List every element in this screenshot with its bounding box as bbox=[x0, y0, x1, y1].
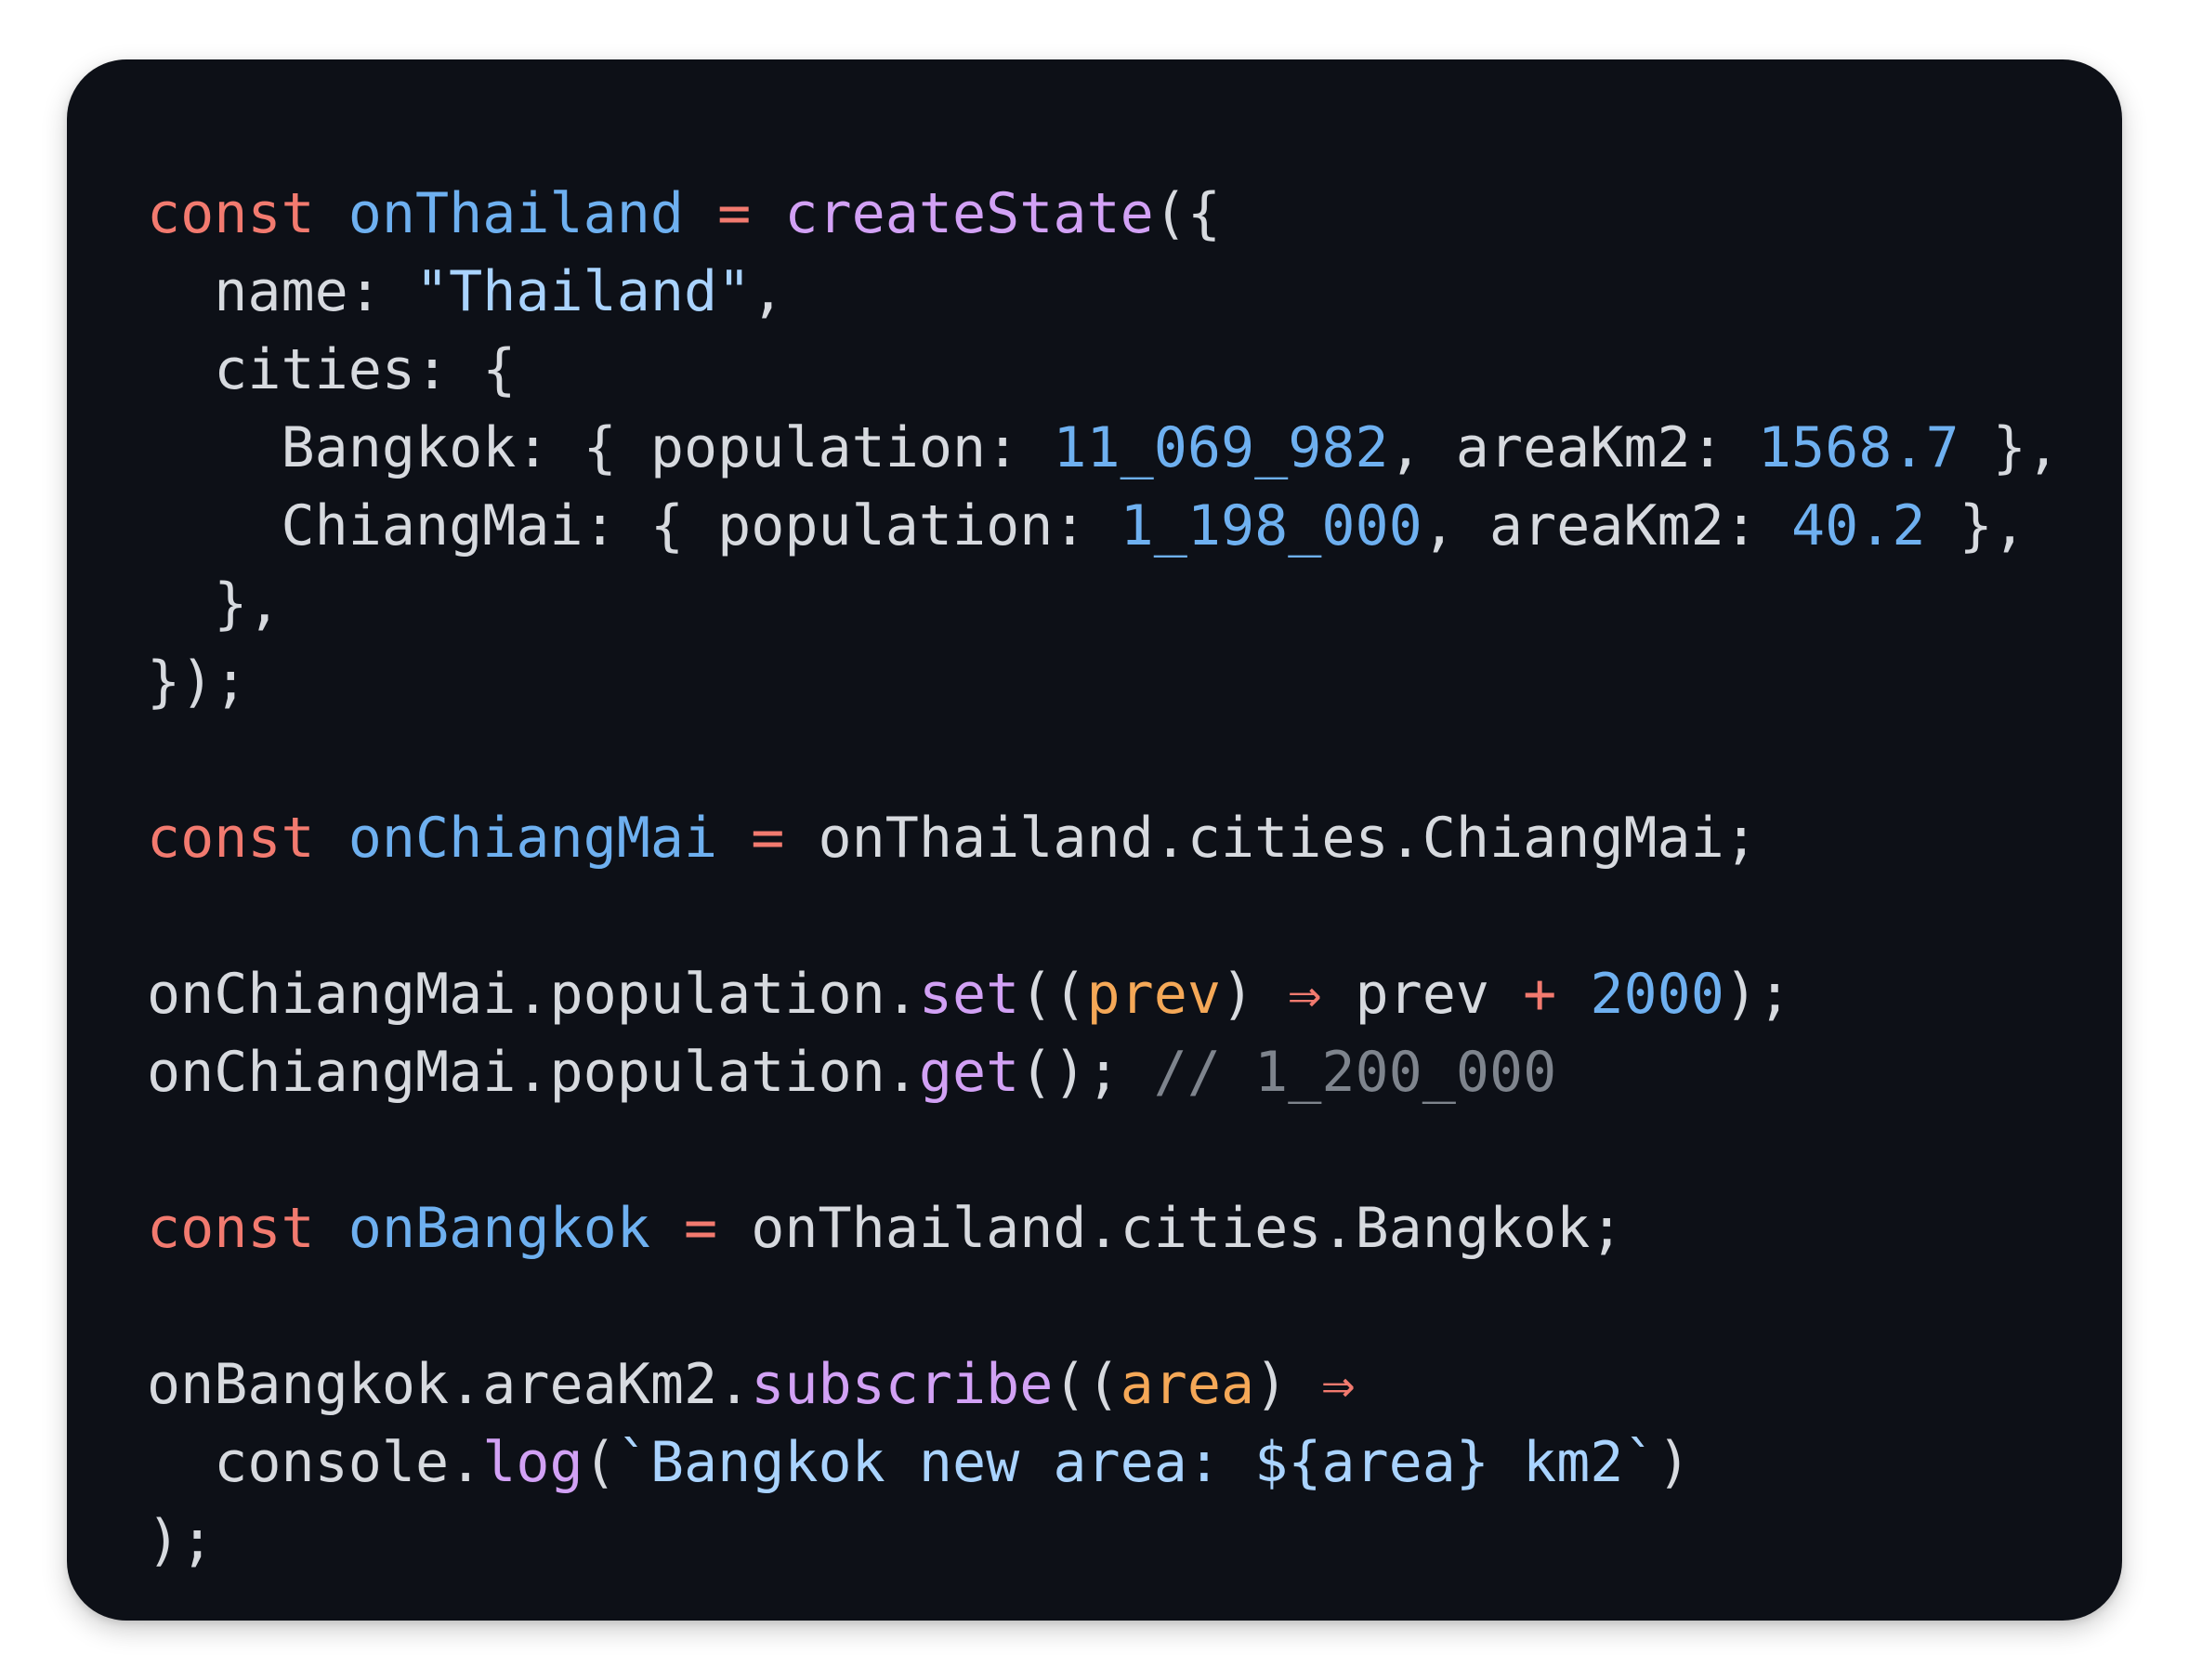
code-line: }, bbox=[147, 565, 2122, 643]
code-token: prev bbox=[1086, 962, 1221, 1027]
code-token: const bbox=[147, 181, 315, 246]
code-line: onChiangMai.population.get(); // 1_200_0… bbox=[147, 1033, 2122, 1111]
code-token: (( bbox=[1053, 1352, 1121, 1417]
code-token: prev bbox=[1321, 962, 1524, 1027]
code-token: , areaKm2: bbox=[1422, 493, 1792, 558]
code-token: + bbox=[1523, 962, 1557, 1027]
code-line: }); bbox=[147, 643, 2122, 721]
code-token: ChiangMai: { population: bbox=[147, 493, 1121, 558]
code-token: onThailand bbox=[347, 181, 684, 246]
code-token: onThailand.cities.Bangkok; bbox=[717, 1196, 1624, 1261]
code-token: ⇒ bbox=[1288, 962, 1322, 1027]
code-token: }, bbox=[1959, 415, 2061, 480]
code-line: const onThailand = createState({ bbox=[147, 175, 2122, 253]
code-line: onBangkok.areaKm2.subscribe((area) ⇒ bbox=[147, 1345, 2122, 1424]
code-token: onBangkok.areaKm2. bbox=[147, 1352, 752, 1417]
code-token: area bbox=[1120, 1352, 1255, 1417]
code-token: // 1_200_000 bbox=[1153, 1040, 1557, 1105]
code-token: 2000 bbox=[1590, 962, 1724, 1027]
code-block: const onThailand = createState({ name: "… bbox=[147, 175, 2122, 1580]
code-token: 40.2 bbox=[1791, 493, 1926, 558]
code-line: onChiangMai.population.set((prev) ⇒ prev… bbox=[147, 955, 2122, 1033]
code-line: Bangkok: { population: 11_069_982, areaK… bbox=[147, 409, 2122, 487]
code-line: ChiangMai: { population: 1_198_000, area… bbox=[147, 487, 2122, 565]
code-token: "Thailand" bbox=[414, 259, 752, 324]
code-token: }); bbox=[147, 650, 248, 715]
code-token: log bbox=[482, 1430, 583, 1495]
code-token: ({ bbox=[1153, 181, 1221, 246]
code-token: = bbox=[683, 1196, 718, 1261]
code-token: }, bbox=[147, 571, 282, 637]
code-token: }, bbox=[1925, 493, 2026, 558]
code-token: onChiangMai.population. bbox=[147, 1040, 919, 1105]
code-token: ) bbox=[1220, 962, 1289, 1027]
code-token: , areaKm2: bbox=[1388, 415, 1758, 480]
code-line: const onChiangMai = onThailand.cities.Ch… bbox=[147, 799, 2122, 877]
code-line: cities: { bbox=[147, 331, 2122, 409]
code-token: onBangkok bbox=[347, 1196, 650, 1261]
code-line: console.log(`Bangkok new area: ${area} k… bbox=[147, 1424, 2122, 1502]
code-token: = bbox=[751, 806, 785, 871]
code-token: const bbox=[147, 806, 315, 871]
code-token: console. bbox=[147, 1430, 483, 1495]
code-line: name: "Thailand", bbox=[147, 253, 2122, 331]
code-token: createState bbox=[784, 181, 1154, 246]
code-token: 11_069_982 bbox=[1053, 415, 1389, 480]
code-token: const bbox=[147, 1196, 315, 1261]
code-token: ); bbox=[1724, 962, 1792, 1027]
code-token: ); bbox=[147, 1508, 215, 1573]
code-token: subscribe bbox=[751, 1352, 1054, 1417]
code-token: ) bbox=[1254, 1352, 1322, 1417]
code-token: get bbox=[918, 1040, 1020, 1105]
code-token: ( bbox=[583, 1430, 617, 1495]
page: const onThailand = createState({ name: "… bbox=[0, 0, 2189, 1680]
code-token: onThailand.cities.ChiangMai; bbox=[784, 806, 1758, 871]
code-token: Bangkok: { population: bbox=[147, 415, 1054, 480]
code-line: ); bbox=[147, 1502, 2122, 1580]
code-token: ) bbox=[1657, 1430, 1691, 1495]
code-token: ⇒ bbox=[1321, 1352, 1356, 1417]
code-token: (( bbox=[1019, 962, 1087, 1027]
code-token: onChiangMai.population. bbox=[147, 962, 919, 1027]
code-token: , bbox=[751, 259, 785, 324]
code-line: const onBangkok = onThailand.cities.Bang… bbox=[147, 1189, 2122, 1267]
code-token: name: bbox=[147, 259, 415, 324]
code-token: 1568.7 bbox=[1757, 415, 1960, 480]
code-token: (); bbox=[1019, 1040, 1154, 1105]
code-token: cities: { bbox=[147, 337, 517, 402]
code-snippet-card: const onThailand = createState({ name: "… bbox=[67, 59, 2122, 1621]
code-token: onChiangMai bbox=[347, 806, 718, 871]
code-token: `Bangkok new area: ${area} km2` bbox=[616, 1430, 1658, 1495]
code-token: = bbox=[717, 181, 752, 246]
code-token: set bbox=[918, 962, 1020, 1027]
code-token: 1_198_000 bbox=[1120, 493, 1422, 558]
